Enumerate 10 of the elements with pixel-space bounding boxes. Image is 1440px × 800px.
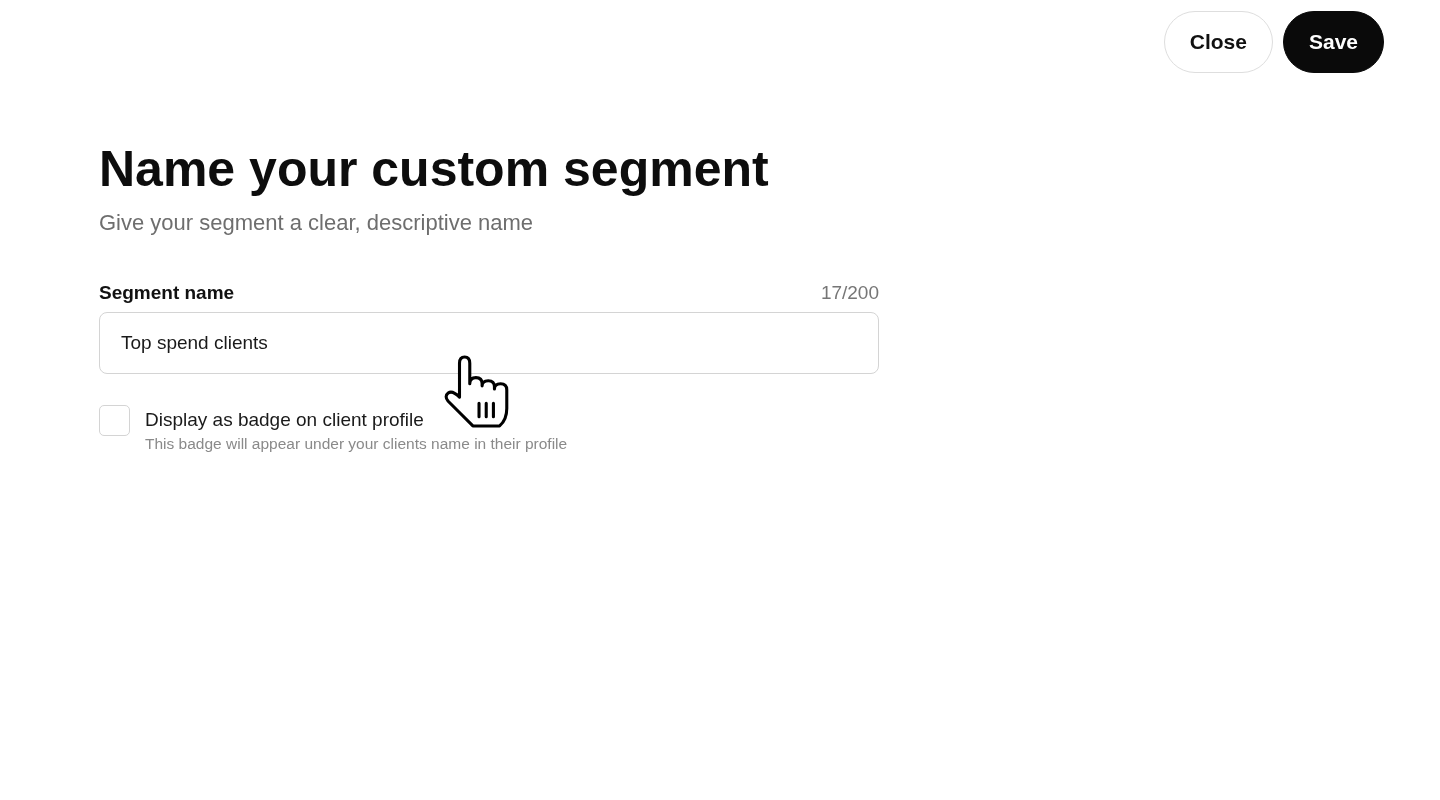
page-title: Name your custom segment	[99, 140, 769, 199]
character-counter: 17/200	[820, 281, 879, 305]
checkbox-description: This badge will appear under your clients name in their profile	[145, 434, 568, 454]
close-button[interactable]: Close	[1163, 11, 1273, 73]
page-subtitle: Give your segment a clear, descriptive name	[99, 209, 534, 237]
checkbox[interactable]	[99, 405, 130, 436]
checkbox-label: Display as badge on client profile	[145, 408, 425, 432]
input-field[interactable]: Top spend clients	[99, 312, 879, 374]
field-label: Segment name	[99, 281, 235, 305]
save-button[interactable]: Save	[1282, 11, 1384, 73]
